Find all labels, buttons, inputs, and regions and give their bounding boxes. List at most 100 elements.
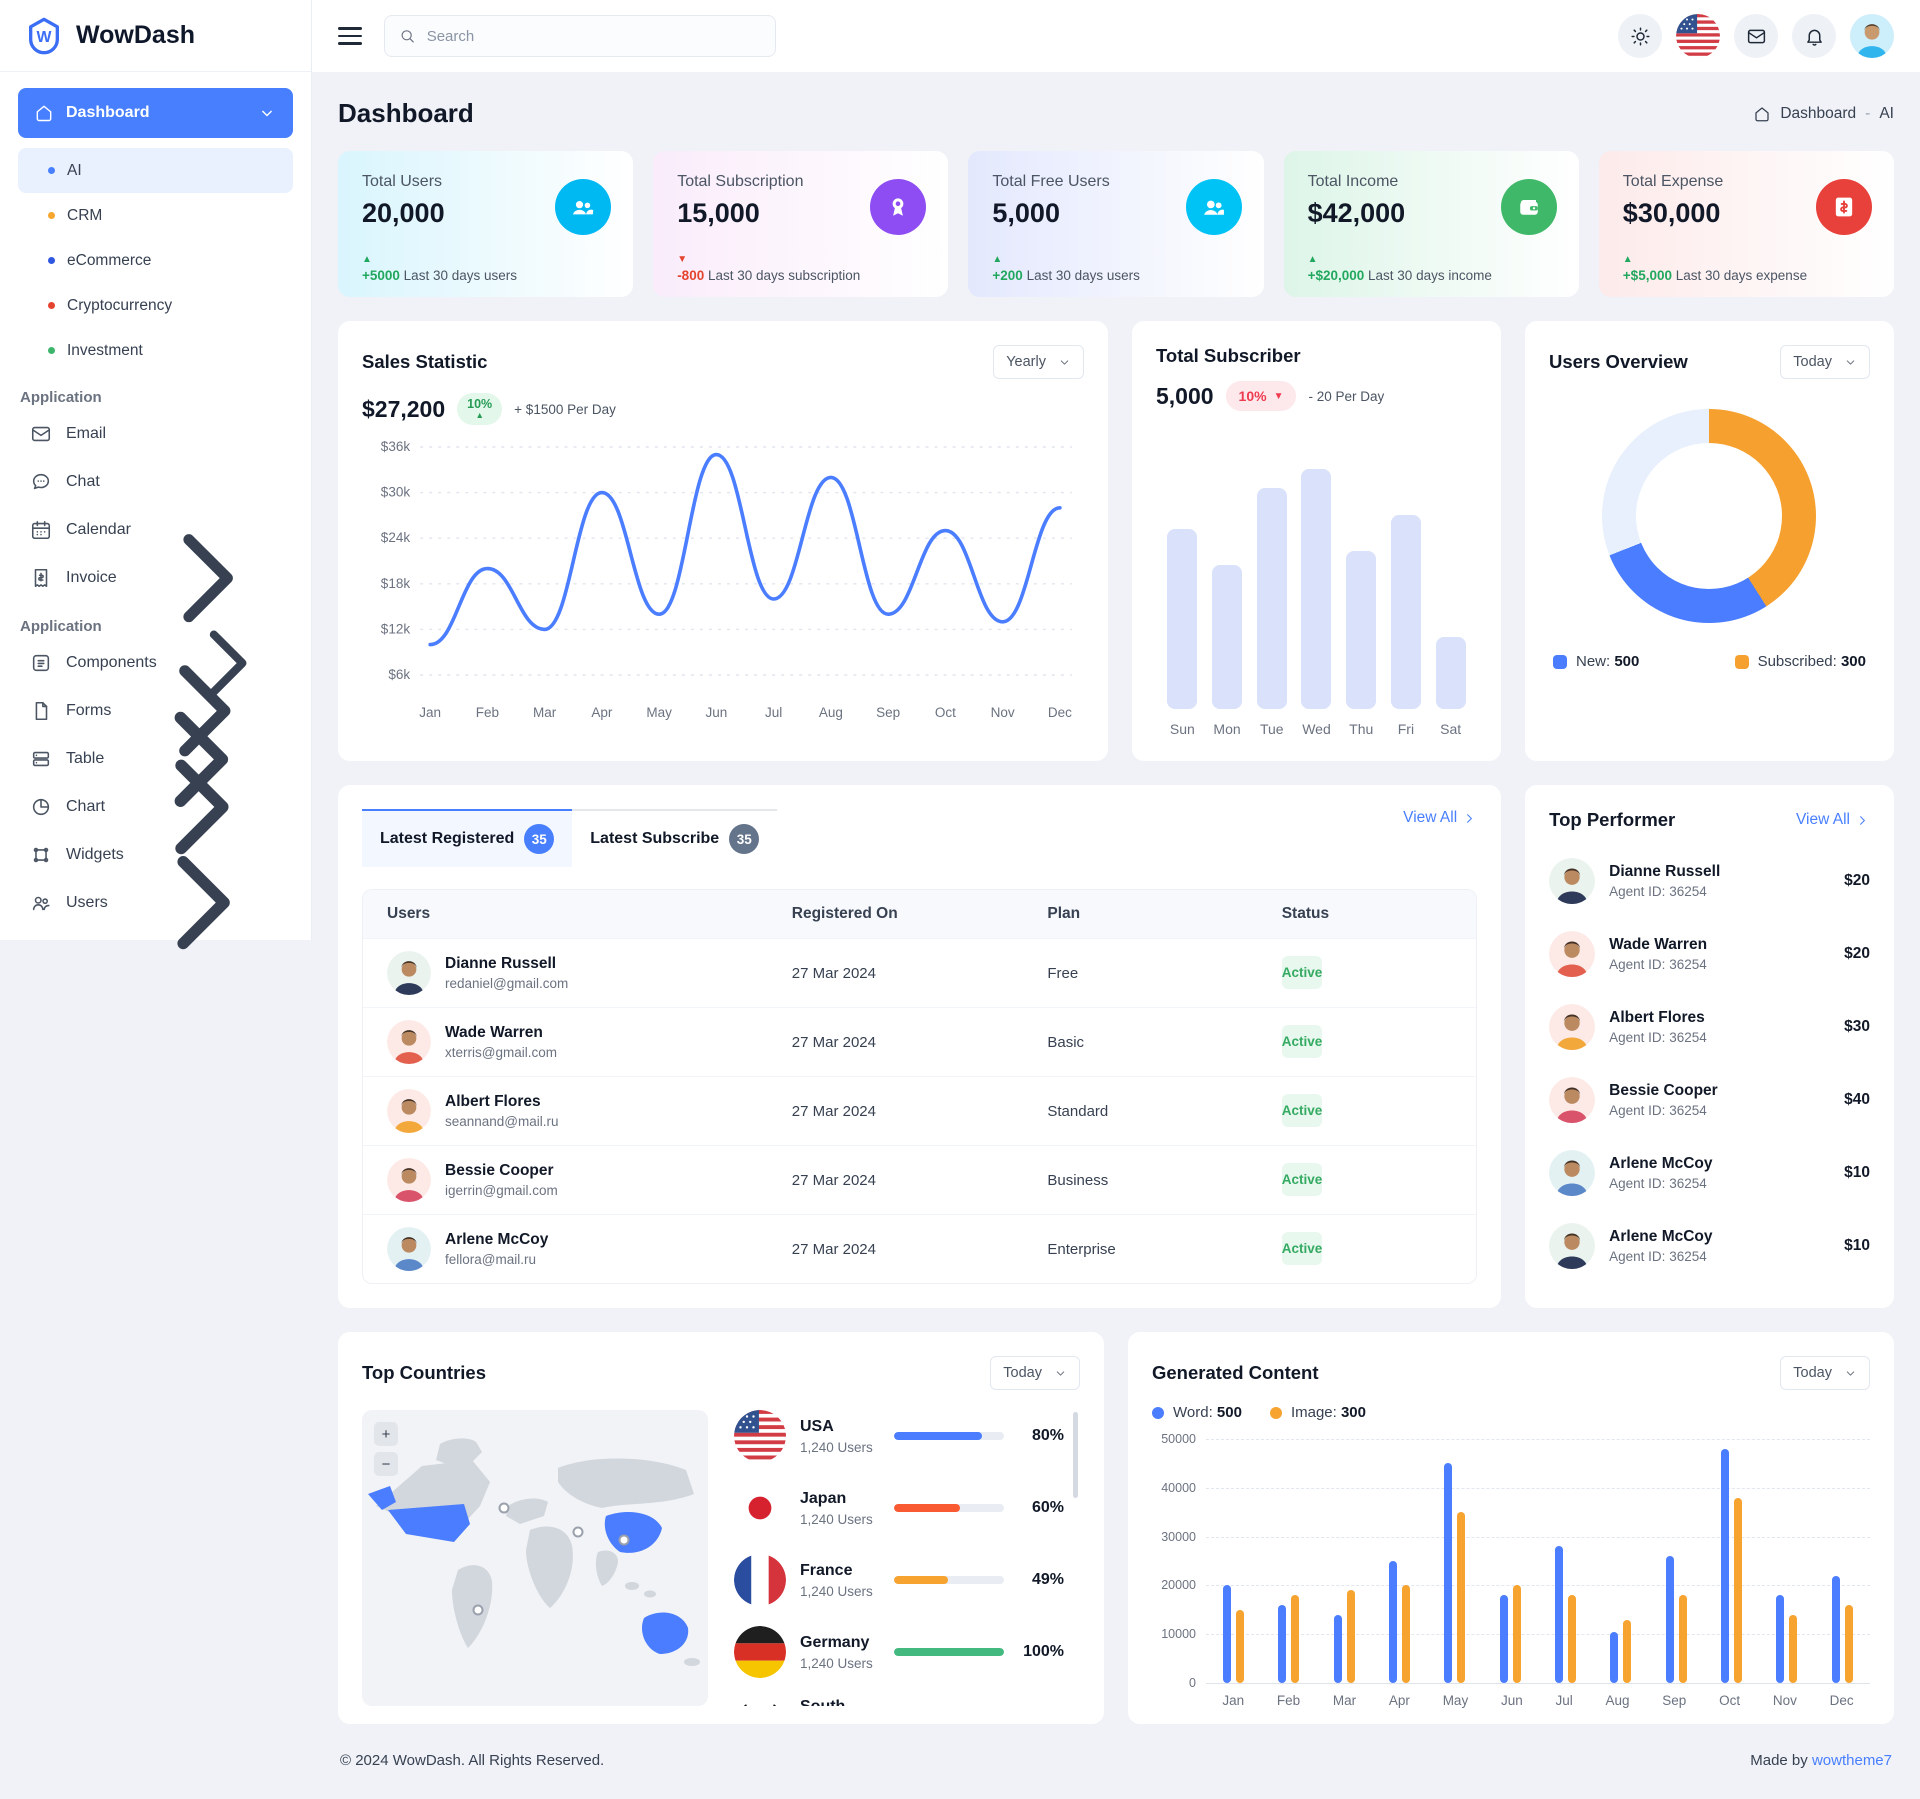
bar-label: Wed	[1302, 721, 1331, 737]
subscriber-bar-sun: Sun	[1160, 441, 1205, 737]
performer-amount: $10	[1844, 1164, 1870, 1182]
sidebar-subitem-label: eCommerce	[67, 252, 151, 270]
widgets-icon	[30, 844, 52, 866]
bell-icon	[1804, 26, 1825, 47]
performer-item[interactable]: Albert Flores Agent ID: 36254 $30	[1549, 1004, 1870, 1050]
sidebar-item-email[interactable]: Email	[18, 410, 293, 458]
sidebar-subitem-cryptocurrency[interactable]: Cryptocurrency	[18, 283, 293, 328]
performer-item[interactable]: Wade Warren Agent ID: 36254 $20	[1549, 931, 1870, 977]
tab-label: Latest Registered	[380, 830, 514, 848]
x-tick-label: Jun	[1501, 1693, 1523, 1708]
country-users: 1,240 Users	[800, 1440, 873, 1455]
tab-latest-registered[interactable]: Latest Registered 35	[362, 809, 572, 867]
performer-view-all-link[interactable]: View All	[1796, 811, 1870, 829]
user-email: xterris@gmail.com	[445, 1045, 557, 1060]
footer-brand-link[interactable]: wowtheme7	[1812, 1752, 1892, 1769]
bar-word	[1389, 1561, 1397, 1683]
calendar-icon	[30, 519, 52, 541]
sidebar-item-dashboard[interactable]: Dashboard	[18, 88, 293, 138]
svg-text:Aug: Aug	[819, 705, 843, 720]
x-tick-label: Mar	[1333, 1693, 1356, 1708]
generated-bar-chart: 50000400003000020000100000	[1152, 1439, 1870, 1683]
country-item-south-korea[interactable]: South Korea 1,240 Users 30%	[734, 1698, 1064, 1706]
column-header: Plan	[1047, 905, 1281, 923]
sales-per-day: + $1500 Per Day	[514, 402, 616, 417]
registered-on: 27 Mar 2024	[792, 1172, 1048, 1189]
user-avatar[interactable]	[1850, 14, 1894, 58]
stat-note: ▲ +$20,000 Last 30 days income	[1308, 254, 1492, 283]
country-item-usa[interactable]: USA 1,240 Users 80%	[734, 1410, 1064, 1462]
performer-item[interactable]: Bessie Cooper Agent ID: 36254 $40	[1549, 1077, 1870, 1123]
sidebar-subitem-ecommerce[interactable]: eCommerce	[18, 238, 293, 283]
select-value: Yearly	[1006, 354, 1046, 370]
performer-item[interactable]: Arlene McCoy Agent ID: 36254 $10	[1549, 1223, 1870, 1269]
bar	[1391, 515, 1421, 709]
registered-on: 27 Mar 2024	[792, 965, 1048, 982]
subscriber-bar-tue: Tue	[1249, 441, 1294, 737]
performer-name: Dianne Russell	[1609, 863, 1720, 881]
generated-period-select[interactable]: Today	[1780, 1356, 1870, 1390]
components-icon	[30, 652, 52, 674]
world-map[interactable]: + −	[362, 1410, 708, 1706]
subscriber-bar-wed: Wed	[1294, 441, 1339, 737]
notifications-button[interactable]	[1792, 14, 1836, 58]
bar-image	[1789, 1615, 1797, 1683]
table-row[interactable]: Dianne Russell redaniel@gmail.com 27 Mar…	[363, 938, 1476, 1007]
table-row[interactable]: Albert Flores seannand@mail.ru 27 Mar 20…	[363, 1076, 1476, 1145]
bar-group-jun	[1500, 1585, 1521, 1683]
x-tick-label: Apr	[1389, 1693, 1410, 1708]
breadcrumb-home[interactable]: Dashboard	[1780, 105, 1856, 123]
search-input[interactable]	[425, 27, 761, 46]
bar-group-jan	[1223, 1585, 1244, 1683]
countries-period-select[interactable]: Today	[990, 1356, 1080, 1390]
sidebar-item-chat[interactable]: Chat	[18, 458, 293, 506]
table-row[interactable]: Bessie Cooper igerrin@gmail.com 27 Mar 2…	[363, 1145, 1476, 1214]
sidebar-subitem-label: CRM	[67, 207, 102, 225]
search-icon	[399, 27, 416, 45]
bar-image	[1236, 1610, 1244, 1683]
map-zoom-in-button[interactable]: +	[374, 1422, 398, 1446]
sales-period-select[interactable]: Yearly	[993, 345, 1084, 379]
overview-title: Users Overview	[1549, 351, 1688, 373]
performer-item[interactable]: Dianne Russell Agent ID: 36254 $20	[1549, 858, 1870, 904]
messages-button[interactable]	[1734, 14, 1778, 58]
row-charts: Sales Statistic Yearly $27,200 10%▲ + $1…	[338, 321, 1894, 761]
generated-content-card: Generated Content Today Word: 500 Image:…	[1128, 1332, 1894, 1724]
performer-item[interactable]: Arlene McCoy Agent ID: 36254 $10	[1549, 1150, 1870, 1196]
sidebar-subitem-ai[interactable]: AI	[18, 148, 293, 193]
country-item-germany[interactable]: Germany 1,240 Users 100%	[734, 1626, 1064, 1678]
table-row[interactable]: Wade Warren xterris@gmail.com 27 Mar 202…	[363, 1007, 1476, 1076]
map-zoom-out-button[interactable]: −	[374, 1452, 398, 1476]
theme-toggle-button[interactable]	[1618, 14, 1662, 58]
bar-image	[1347, 1590, 1355, 1683]
bar-word	[1334, 1615, 1342, 1683]
table-row[interactable]: Arlene McCoy fellora@mail.ru 27 Mar 2024…	[363, 1214, 1476, 1283]
registered-on: 27 Mar 2024	[792, 1103, 1048, 1120]
sidebar-item-users[interactable]: Users	[18, 879, 293, 927]
x-tick-label: Oct	[1719, 1693, 1740, 1708]
y-tick-label: 10000	[1161, 1627, 1196, 1641]
bar-image	[1845, 1605, 1853, 1683]
sidebar-subitem-investment[interactable]: Investment	[18, 328, 293, 373]
country-item-japan[interactable]: Japan 1,240 Users 60%	[734, 1482, 1064, 1534]
tab-latest-subscribe[interactable]: Latest Subscribe 35	[572, 809, 777, 867]
sidebar-item-invoice[interactable]: Invoice	[18, 554, 293, 602]
column-header: Users	[387, 905, 792, 923]
svg-text:W: W	[37, 28, 52, 45]
chevron-right-icon	[1855, 813, 1870, 828]
latest-view-all-link[interactable]: View All	[1403, 809, 1477, 827]
country-percent: 60%	[1016, 1499, 1064, 1517]
sales-line-chart: $36k$30k$24k$18k$12k$6kJanFebMarAprMayJu…	[362, 425, 1084, 725]
menu-toggle-icon[interactable]	[338, 27, 362, 45]
bar-word	[1832, 1576, 1840, 1683]
subscriber-trend-badge[interactable]: 10%▼	[1226, 381, 1297, 411]
scrollbar[interactable]	[1073, 1412, 1078, 1498]
overview-period-select[interactable]: Today	[1780, 345, 1870, 379]
country-item-france[interactable]: France 1,240 Users 49%	[734, 1554, 1064, 1606]
latest-registered-card: Latest Registered 35 Latest Subscribe 35…	[338, 785, 1501, 1308]
chevron-down-icon	[1844, 1367, 1857, 1380]
avatar	[1549, 1077, 1595, 1123]
language-button[interactable]	[1676, 14, 1720, 58]
latest-tabs: Latest Registered 35 Latest Subscribe 35	[362, 809, 777, 867]
sidebar-subitem-crm[interactable]: CRM	[18, 193, 293, 238]
